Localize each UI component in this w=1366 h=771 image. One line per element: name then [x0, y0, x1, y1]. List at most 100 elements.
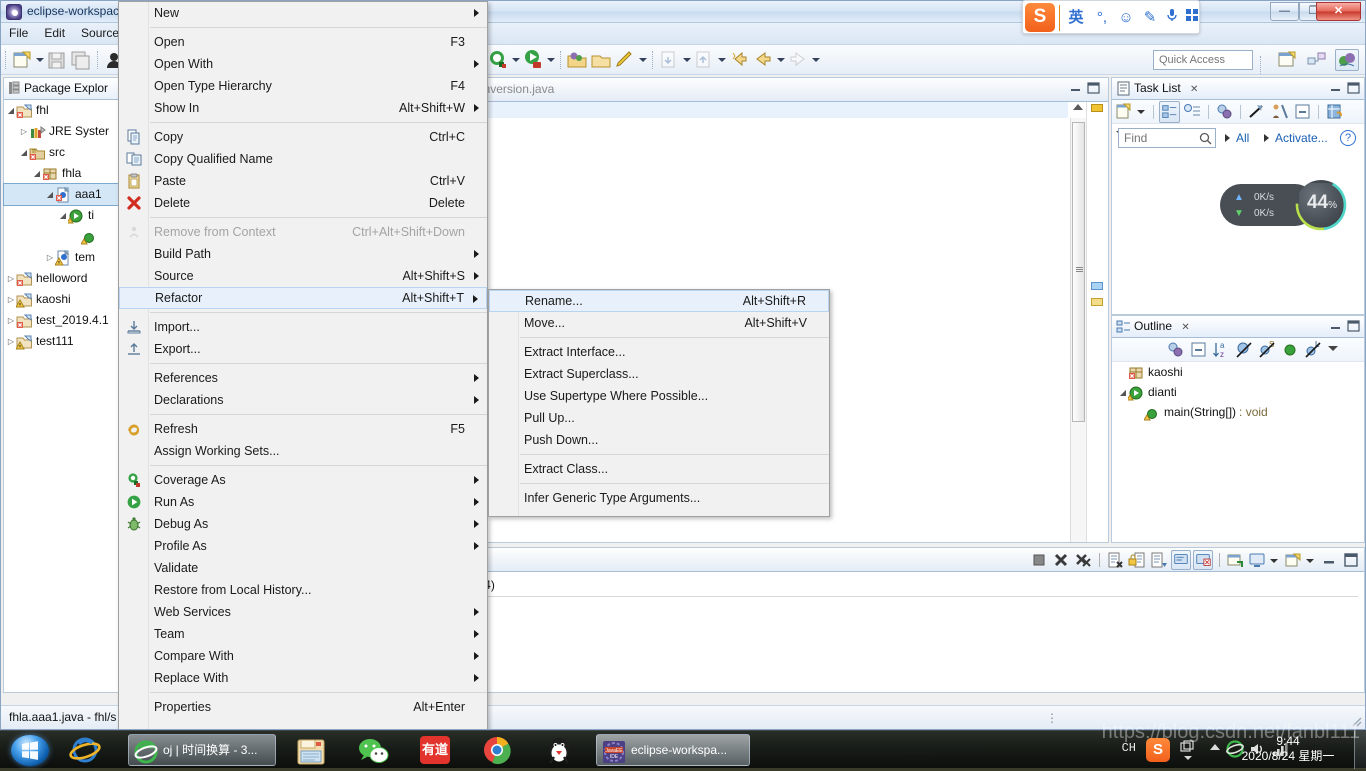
package-tree-item[interactable]: ▷ tem — [4, 247, 120, 268]
context-menu-item[interactable]: Copy Ctrl+C — [119, 126, 487, 148]
maximize-task-list-icon[interactable] — [1346, 81, 1361, 95]
console-view-menu-icon[interactable] — [1305, 550, 1317, 570]
start-button[interactable] — [4, 732, 56, 768]
remove-launch-icon[interactable] — [1051, 550, 1071, 570]
tree-collapsed-arrow-icon[interactable]: ▷ — [6, 331, 16, 352]
editor-vertical-scrollbar[interactable] — [1070, 104, 1086, 542]
display-selected-console-icon[interactable] — [1171, 550, 1191, 570]
task-list-close-icon[interactable]: ✕ — [1190, 84, 1198, 95]
hide-fields-icon[interactable] — [1280, 339, 1301, 361]
ime-microphone-icon[interactable] — [1161, 7, 1183, 29]
close-console-icon[interactable] — [1193, 550, 1213, 570]
hide-non-public-icon[interactable] — [1234, 339, 1255, 361]
package-tree-item[interactable]: ▷ test111 — [4, 331, 120, 352]
console-dropdown-icon[interactable] — [1269, 550, 1281, 570]
package-tree-item[interactable] — [4, 226, 120, 247]
collapse-all-icon[interactable] — [1292, 101, 1313, 123]
outline-tree[interactable]: kaoshi ◢ dianti main(String[]): void — [1112, 362, 1364, 422]
context-menu-item[interactable]: Source Alt+Shift+S — [119, 265, 487, 287]
context-menu-item[interactable]: Refresh F5 — [119, 418, 487, 440]
minimize-outline-icon[interactable] — [1328, 319, 1343, 333]
package-explorer-tab[interactable]: Package Explor — [4, 78, 120, 100]
outline-close-icon[interactable]: ✕ — [1181, 322, 1189, 333]
run-dropdown-icon[interactable] — [545, 48, 556, 72]
context-menu-item[interactable]: Assign Working Sets... — [119, 440, 487, 462]
tree-expanded-arrow-icon[interactable]: ◢ — [6, 100, 16, 121]
refactor-menu-item[interactable]: Rename... Alt+Shift+R — [489, 290, 829, 312]
package-tree-item[interactable]: ◢ src — [4, 142, 120, 163]
window-close-button[interactable]: ✕ — [1316, 2, 1361, 21]
remove-all-launches-icon[interactable] — [1073, 550, 1093, 570]
taskbar-window-browser[interactable]: oj | 时间换算 - 3... — [128, 734, 276, 766]
refactor-submenu[interactable]: Rename... Alt+Shift+R Move... Alt+Shift+V Ex… — [488, 289, 830, 517]
coverage-dropdown-icon[interactable] — [510, 48, 521, 72]
context-menu-item[interactable]: Properties Alt+Enter — [119, 696, 487, 718]
context-menu-item[interactable]: Open Type Hierarchy F4 — [119, 75, 487, 97]
open-folder-icon[interactable] — [590, 48, 612, 72]
search-icon[interactable] — [1199, 132, 1212, 148]
context-menu-item[interactable]: References — [119, 367, 487, 389]
package-tree-item[interactable]: ▷ helloword — [4, 268, 120, 289]
context-menu-item[interactable]: Replace With — [119, 667, 487, 689]
package-tree-item[interactable]: ◢ fhl — [4, 100, 120, 121]
context-menu-item[interactable]: Validate — [119, 557, 487, 579]
taskbar-window-eclipse[interactable]: JavaEE IDE eclipse-workspa... — [596, 734, 750, 766]
tree-collapsed-arrow-icon[interactable]: ▷ — [6, 289, 16, 310]
context-menu-item[interactable]: Copy Qualified Name — [119, 148, 487, 170]
perspective-java-ee-button[interactable] — [1305, 49, 1329, 71]
taskbar-clock[interactable]: 9:44 2020/8/24 星期一 — [1240, 734, 1336, 764]
context-menu-item[interactable]: Coverage As — [119, 469, 487, 491]
overview-occurrence-marker[interactable] — [1091, 282, 1103, 290]
refactor-menu-item[interactable]: Push Down... — [489, 429, 829, 451]
context-menu-item[interactable]: Export... — [119, 338, 487, 360]
context-menu-item[interactable]: Import... — [119, 316, 487, 338]
tree-expanded-arrow-icon[interactable]: ◢ — [1118, 383, 1128, 403]
tray-show-hidden-icons-icon[interactable] — [1210, 744, 1220, 750]
context-menu-item[interactable]: Declarations — [119, 389, 487, 411]
outline-tree-item[interactable]: ◢ dianti — [1112, 382, 1364, 402]
new-wizard-dropdown-icon[interactable] — [34, 48, 45, 72]
minimize-task-list-icon[interactable] — [1328, 81, 1343, 95]
tree-collapsed-arrow-icon[interactable]: ▷ — [6, 310, 16, 331]
new-task-icon[interactable] — [1113, 101, 1134, 123]
focus-on-active-task-outline-icon[interactable] — [1165, 339, 1186, 361]
scheduled-presentation-icon[interactable] — [1182, 101, 1203, 123]
last-edit-location-icon[interactable] — [728, 48, 750, 72]
tree-collapsed-arrow-icon[interactable]: ▷ — [6, 268, 16, 289]
refactor-menu-item[interactable]: Extract Class... — [489, 458, 829, 480]
taskbar-internet-explorer-icon[interactable] — [64, 734, 106, 766]
package-tree-item[interactable]: ◢ ti — [4, 205, 120, 226]
package-explorer-tree[interactable]: ◢ fhl ▷ JRE Syster ◢ src ◢ fhla ◢ aaa1 ◢ ti ▷ tem ▷ hel… — [3, 100, 121, 352]
context-menu-item[interactable]: Show In Alt+Shift+W — [119, 97, 487, 119]
context-menu-item[interactable]: Open With — [119, 53, 487, 75]
tree-expanded-arrow-icon[interactable]: ◢ — [19, 142, 29, 163]
maximize-outline-icon[interactable] — [1346, 319, 1361, 333]
outline-tab[interactable]: Outline ✕ — [1112, 316, 1364, 338]
context-menu-items[interactable]: New Open F3 Open With Open Type Hierarchy F4 S… — [119, 2, 487, 718]
sort-icon[interactable]: az — [1211, 339, 1232, 361]
clear-console-icon[interactable] — [1105, 550, 1125, 570]
context-menu-item[interactable]: Compare With — [119, 645, 487, 667]
task-repository-icon[interactable] — [1324, 101, 1345, 123]
forward-dropdown-icon[interactable] — [810, 48, 821, 72]
tree-expanded-arrow-icon[interactable]: ◢ — [58, 205, 68, 226]
context-menu-item[interactable]: Open F3 — [119, 31, 487, 53]
package-tree-item[interactable]: ▷ JRE Syster — [4, 121, 120, 142]
tray-expand-arrow-icon[interactable] — [1184, 756, 1192, 760]
package-tree-item[interactable]: ▷ test_2019.4.1 — [4, 310, 120, 331]
sogou-ime-toolbar[interactable]: S 英 °, ☺ ✎ — [1022, 0, 1200, 34]
open-package-icon[interactable] — [566, 48, 588, 72]
editor-overview-ruler[interactable] — [1086, 102, 1108, 542]
sogou-logo-icon[interactable]: S — [1025, 3, 1055, 32]
taskbar-wechat-icon[interactable] — [352, 734, 394, 766]
filter-all-link[interactable]: All — [1236, 131, 1249, 145]
taskbar-qq-icon[interactable] — [538, 734, 580, 766]
hide-static-icon[interactable]: S — [1257, 339, 1278, 361]
collapse-all-outline-icon[interactable] — [1188, 339, 1209, 361]
synchronize-changed-icon[interactable] — [1214, 101, 1235, 123]
back-icon[interactable] — [752, 48, 774, 72]
focus-on-workweek-icon[interactable] — [1246, 101, 1267, 123]
overview-warning-marker[interactable] — [1091, 298, 1103, 306]
context-menu-item[interactable]: Profile As — [119, 535, 487, 557]
coverage-run-icon[interactable] — [487, 48, 509, 72]
